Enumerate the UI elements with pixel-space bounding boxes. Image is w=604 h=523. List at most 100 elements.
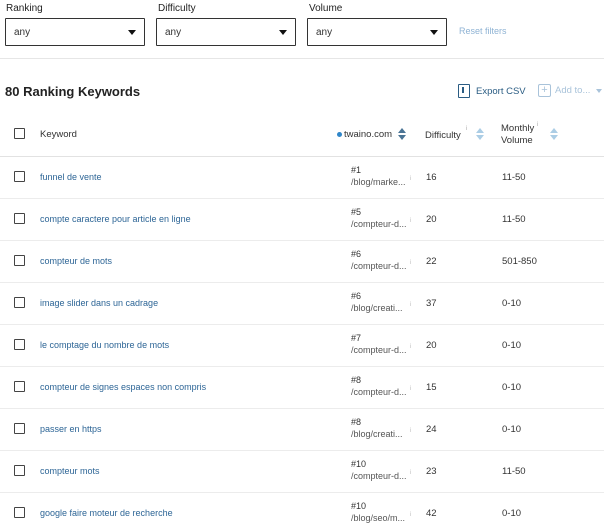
volume-column-header-line2[interactable]: Volume: [501, 135, 533, 146]
volume-column-header-line1[interactable]: Monthly: [501, 123, 534, 134]
export-csv-button[interactable]: Export CSV: [458, 84, 526, 98]
difficulty-value: 37: [426, 298, 437, 309]
domain-column-header[interactable]: twaino.com: [337, 129, 392, 140]
url-info-icon[interactable]: i: [410, 260, 411, 266]
row-checkbox[interactable]: [14, 423, 25, 434]
row-checkbox[interactable]: [14, 339, 25, 350]
url-info-icon[interactable]: i: [410, 176, 411, 182]
volume-filter-label: Volume: [309, 3, 343, 14]
rank-cell: #6/blog/creati...: [351, 290, 403, 314]
row-checkbox[interactable]: [14, 381, 25, 392]
rank-url: /blog/seo/m...: [351, 513, 406, 523]
rank-cell: #5/compteur-d...: [351, 206, 407, 230]
add-to-button[interactable]: + Add to...: [538, 84, 603, 97]
rank-url: /blog/creati...: [351, 303, 403, 313]
table-row: compte caractere pour article en ligne #…: [0, 199, 604, 241]
rank-cell: #7/compteur-d...: [351, 332, 407, 356]
chevron-down-icon: [128, 30, 136, 35]
rank-url: /compteur-d...: [351, 219, 407, 229]
difficulty-column-header[interactable]: Difficulty: [425, 130, 461, 141]
url-info-icon[interactable]: i: [410, 218, 411, 224]
select-all-checkbox[interactable]: [14, 128, 25, 139]
difficulty-value: 24: [426, 424, 437, 435]
rank-position: #6: [351, 291, 362, 301]
keyword-link[interactable]: google faire moteur de recherche: [40, 508, 173, 518]
difficulty-value: 16: [426, 172, 437, 183]
url-info-icon[interactable]: i: [410, 386, 411, 392]
volume-value: 11-50: [502, 466, 526, 477]
keyword-link[interactable]: passer en https: [40, 424, 102, 434]
difficulty-value: 23: [426, 466, 437, 477]
filters-bar: Ranking any Difficulty any Volume any Re…: [0, 0, 604, 58]
domain-column-label: twaino.com: [344, 129, 393, 140]
table-row: compteur de signes espaces non compris #…: [0, 367, 604, 409]
reset-filters-link[interactable]: Reset filters: [459, 26, 507, 36]
rank-cell: #8/compteur-d...: [351, 374, 407, 398]
chevron-down-icon: [596, 88, 603, 93]
difficulty-filter-label: Difficulty: [158, 3, 196, 14]
keyword-link[interactable]: image slider dans un cadrage: [40, 298, 158, 308]
difficulty-info-icon[interactable]: i: [466, 126, 467, 132]
volume-filter-value: any: [316, 27, 333, 38]
chevron-down-icon: [430, 30, 438, 35]
difficulty-value: 20: [426, 214, 437, 225]
keyword-column-header[interactable]: Keyword: [40, 129, 77, 140]
sort-volume-icon[interactable]: [549, 128, 559, 140]
url-info-icon[interactable]: i: [410, 470, 411, 476]
row-checkbox[interactable]: [14, 465, 25, 476]
plus-icon: +: [538, 84, 551, 97]
url-info-icon[interactable]: i: [410, 344, 411, 350]
url-info-icon[interactable]: i: [410, 512, 411, 518]
keyword-link[interactable]: compte caractere pour article en ligne: [40, 214, 191, 224]
volume-value: 0-10: [502, 382, 522, 393]
table-row: le comptage du nombre de mots #7/compteu…: [0, 325, 604, 367]
row-checkbox[interactable]: [14, 213, 25, 224]
difficulty-value: 42: [426, 508, 437, 519]
row-checkbox[interactable]: [14, 297, 25, 308]
rank-url: /compteur-d...: [351, 387, 407, 397]
rank-url: /blog/creati...: [351, 429, 403, 439]
row-checkbox[interactable]: [14, 507, 25, 518]
keyword-link[interactable]: compteur de signes espaces non compris: [40, 382, 206, 392]
difficulty-filter-select[interactable]: any: [156, 18, 296, 46]
difficulty-value: 20: [426, 340, 437, 351]
table-header: Keyword twaino.com Difficulty i Monthly …: [0, 112, 604, 157]
volume-value: 0-10: [502, 340, 522, 351]
table-row: funnel de vente #1/blog/marke... i 16 11…: [0, 157, 604, 199]
sort-difficulty-icon[interactable]: [475, 128, 485, 140]
rank-cell: #6/compteur-d...: [351, 248, 407, 272]
rank-position: #7: [351, 333, 362, 343]
rank-url: /blog/marke...: [351, 177, 406, 187]
difficulty-value: 22: [426, 256, 437, 267]
table-row: compteur de mots #6/compteur-d... i 22 5…: [0, 241, 604, 283]
volume-value: 501-850: [502, 256, 537, 267]
ranking-filter-label: Ranking: [6, 3, 43, 14]
volume-value: 11-50: [502, 172, 526, 183]
volume-value: 0-10: [502, 424, 522, 435]
url-info-icon[interactable]: i: [410, 428, 411, 434]
ranking-filter-value: any: [14, 27, 31, 38]
rank-cell: #8/blog/creati...: [351, 416, 403, 440]
keyword-link[interactable]: le comptage du nombre de mots: [40, 340, 169, 350]
keyword-link[interactable]: compteur de mots: [40, 256, 112, 266]
volume-info-icon[interactable]: i: [537, 122, 538, 128]
rank-url: /compteur-d...: [351, 471, 407, 481]
volume-value: 0-10: [502, 298, 522, 309]
ranking-filter-select[interactable]: any: [5, 18, 145, 46]
table-row: image slider dans un cadrage #6/blog/cre…: [0, 283, 604, 325]
keyword-link[interactable]: funnel de vente: [40, 172, 102, 182]
rank-position: #6: [351, 249, 362, 259]
rank-url: /compteur-d...: [351, 261, 407, 271]
url-info-icon[interactable]: i: [410, 302, 411, 308]
rank-position: #10: [351, 501, 367, 511]
chevron-down-icon: [279, 30, 287, 35]
keyword-link[interactable]: compteur mots: [40, 466, 100, 476]
row-checkbox[interactable]: [14, 255, 25, 266]
rank-position: #8: [351, 375, 362, 385]
row-checkbox[interactable]: [14, 171, 25, 182]
volume-value: 0-10: [502, 508, 522, 519]
volume-filter-select[interactable]: any: [307, 18, 447, 46]
sort-domain-icon[interactable]: [397, 128, 407, 140]
add-to-label: Add to...: [555, 85, 591, 96]
export-csv-label: Export CSV: [476, 85, 526, 97]
